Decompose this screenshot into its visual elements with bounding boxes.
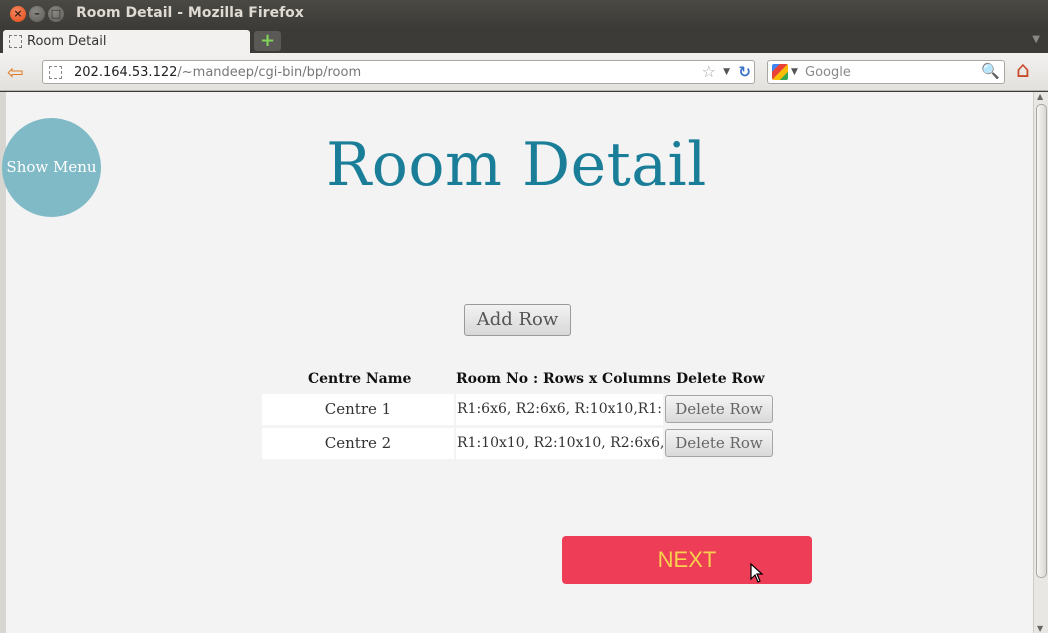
scroll-up-icon[interactable]: ▲ <box>1037 92 1043 101</box>
window-titlebar: × – □ Room Detail - Mozilla Firefox <box>0 0 1048 28</box>
url-path: /~mandeep/cgi-bin/bp/room <box>177 65 362 80</box>
show-menu-button[interactable]: Show Menu <box>2 118 101 217</box>
minimize-icon[interactable]: – <box>29 6 45 22</box>
room-config-input[interactable]: R1:6x6, R2:6x6, R:10x10,R1:6x6 <box>456 394 663 425</box>
home-icon[interactable]: ⌂ <box>1016 60 1030 82</box>
site-identity-icon[interactable] <box>49 66 62 79</box>
tab-label: Room Detail <box>27 34 107 49</box>
centre-name-input[interactable]: Centre 2 <box>262 428 454 459</box>
page-title: Room Detail <box>326 130 707 200</box>
search-engine-dropdown-icon[interactable]: ▼ <box>791 67 798 77</box>
add-row-button[interactable]: Add Row <box>464 304 571 336</box>
mouse-cursor-icon <box>750 563 764 583</box>
bookmark-star-icon[interactable]: ☆ <box>702 62 716 81</box>
window-title: Room Detail - Mozilla Firefox <box>76 5 304 21</box>
search-bar[interactable]: ▼ Google 🔍 <box>767 60 1005 84</box>
tab-list-dropdown-icon[interactable]: ▼ <box>1032 34 1040 45</box>
url-text[interactable]: 202.164.53.122/~mandeep/cgi-bin/bp/room <box>74 65 361 80</box>
centre-name-input[interactable]: Centre 1 <box>262 394 454 425</box>
page-viewport: Show Menu Room Detail Add Row Centre Nam… <box>0 92 1048 633</box>
search-placeholder: Google <box>805 65 851 80</box>
header-centre-name: Centre Name <box>308 371 412 387</box>
next-button[interactable]: NEXT <box>562 536 812 584</box>
vertical-scrollbar[interactable]: ▲ ▼ <box>1033 92 1048 633</box>
scroll-down-icon[interactable]: ▼ <box>1037 624 1043 633</box>
room-config-input[interactable]: R1:10x10, R2:10x10, R2:6x6, R <box>456 428 663 459</box>
maximize-icon[interactable]: □ <box>48 6 64 22</box>
close-icon[interactable]: × <box>10 6 26 22</box>
new-tab-button[interactable]: + <box>254 31 281 51</box>
page-favicon-icon <box>9 35 22 48</box>
delete-row-button[interactable]: Delete Row <box>665 395 773 423</box>
url-history-dropdown-icon[interactable]: ▼ <box>723 67 730 77</box>
back-arrow-icon[interactable]: ⇦ <box>7 62 24 82</box>
scrollbar-thumb[interactable] <box>1036 104 1047 578</box>
search-engine-icon[interactable] <box>772 64 788 80</box>
header-room-no: Room No : Rows x Columns <box>456 371 671 387</box>
header-delete-row: Delete Row <box>676 371 765 387</box>
tab-room-detail[interactable]: Room Detail <box>3 30 250 53</box>
magnifier-icon[interactable]: 🔍 <box>981 62 1000 80</box>
reload-icon[interactable]: ↻ <box>738 63 751 81</box>
navigation-bar: ⇦ 202.164.53.122/~mandeep/cgi-bin/bp/roo… <box>0 53 1048 91</box>
tab-strip: Room Detail + ▼ <box>0 28 1048 53</box>
delete-row-button[interactable]: Delete Row <box>665 429 773 457</box>
url-bar[interactable]: 202.164.53.122/~mandeep/cgi-bin/bp/room … <box>42 60 755 84</box>
url-host: 202.164.53.122 <box>74 65 178 80</box>
